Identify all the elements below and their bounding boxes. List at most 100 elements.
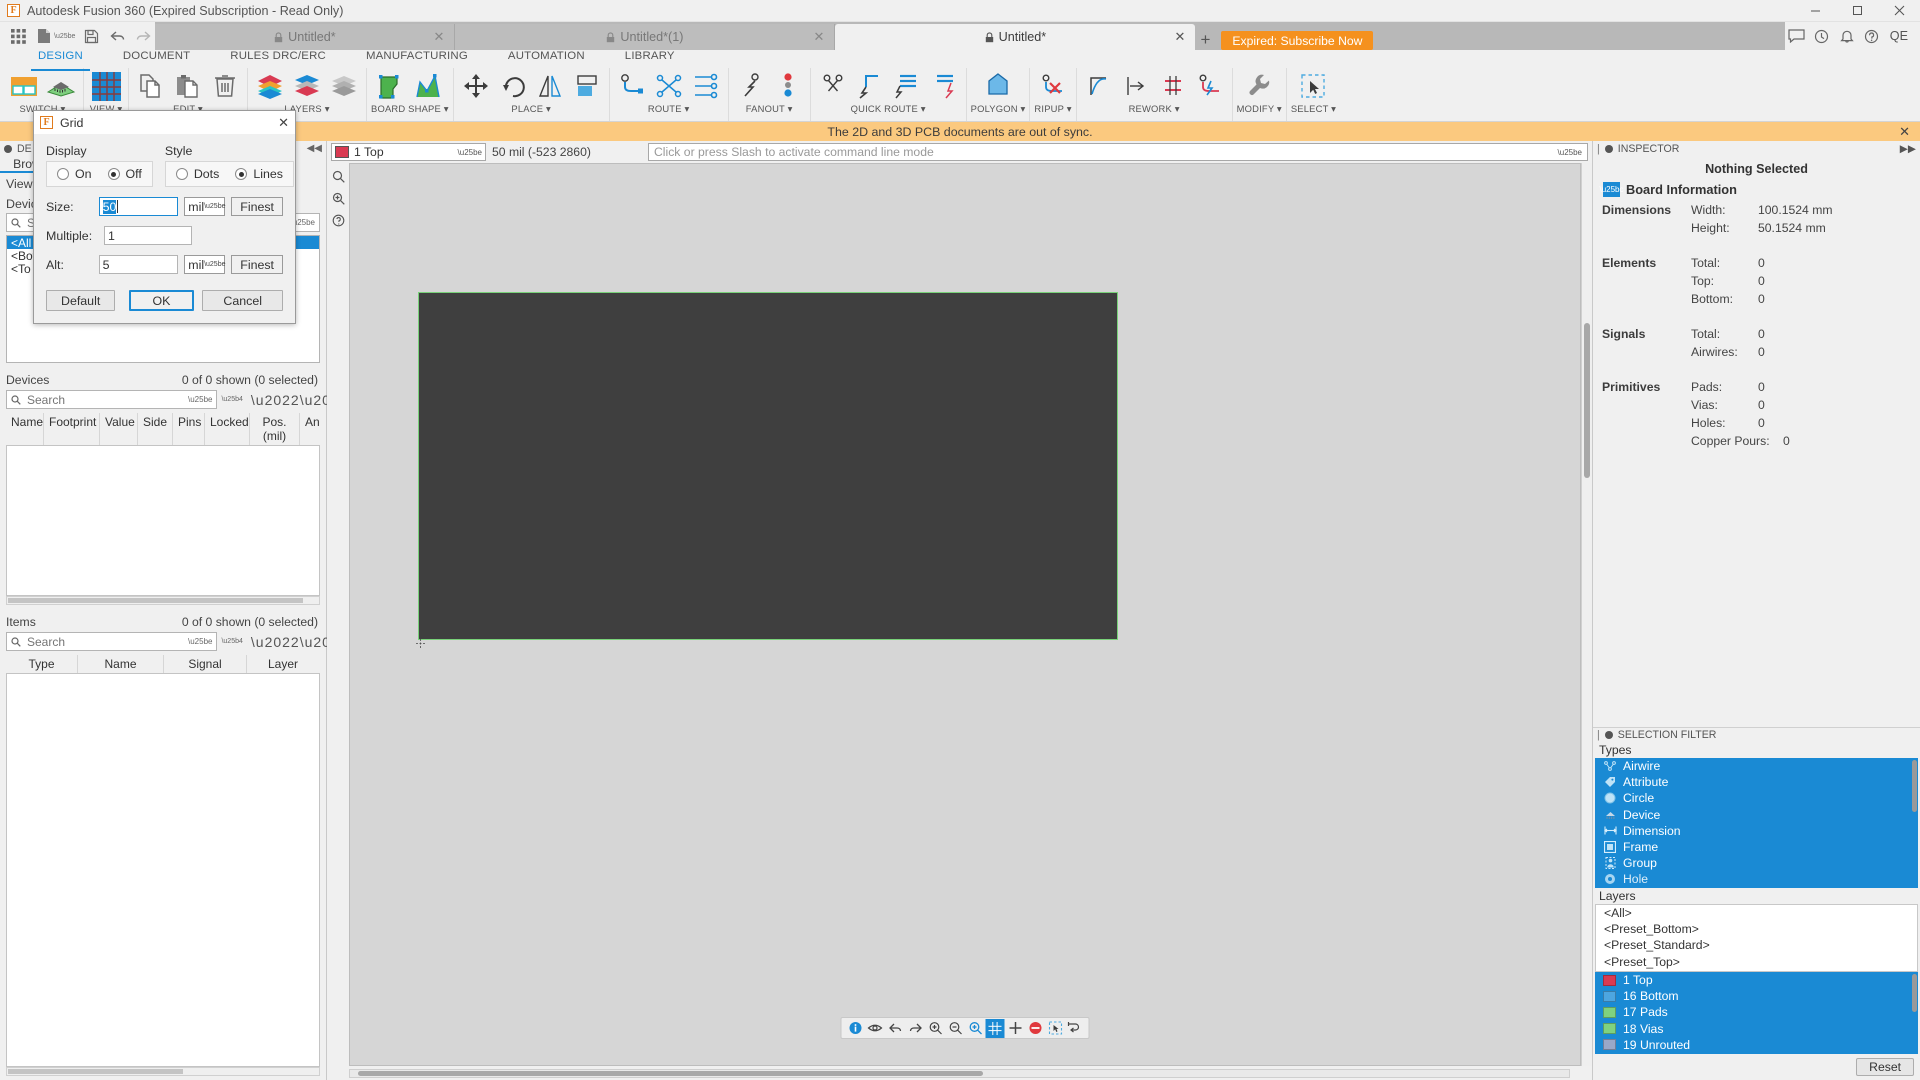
ribbon-group-rework-label[interactable]: REWORK ▾ [1129,104,1180,114]
chevron-down-icon[interactable]: \u25be [204,203,225,210]
zoom-fit-icon[interactable] [329,167,347,185]
col-value[interactable]: Value [100,413,138,445]
ratsnest-icon[interactable] [651,69,687,103]
layer-item-19-unrouted[interactable]: 19 Unrouted [1595,1036,1918,1053]
quick-route-multi-icon[interactable] [926,69,962,103]
alt-finest-button[interactable]: Finest [231,255,283,274]
chevron-down-icon[interactable]: \u25be [458,148,482,157]
layers-filter-list[interactable]: 1 Top 16 Bottom 17 Pads 18 Vias 19 Unrou… [1595,972,1918,1054]
items-table-hscrollbar[interactable] [6,1067,320,1076]
ribbon-tab-manufacturing[interactable]: MANUFACTURING [346,50,488,68]
devices-search-field[interactable] [25,391,184,408]
wrench-icon[interactable] [1241,69,1277,103]
items-table-body[interactable] [6,674,320,1067]
chevron-down-icon[interactable]: \u25be [188,637,212,646]
comment-icon[interactable] [1785,24,1809,48]
board-edge-icon[interactable] [410,69,446,103]
layer-item-18-vias[interactable]: 18 Vias [1595,1020,1918,1037]
items-sort-icon[interactable]: \u25b4 [221,638,242,645]
quick-route-diagonal-icon[interactable] [852,69,888,103]
help-icon[interactable] [1860,24,1884,48]
collapse-dot-icon[interactable] [1604,144,1613,153]
ribbon-group-fanout-label[interactable]: FANOUT ▾ [746,104,793,114]
layer-item-17-pads[interactable]: 17 Pads [1595,1004,1918,1021]
zoom-fit-icon[interactable] [966,1019,985,1038]
subscribe-button[interactable]: Expired: Subscribe Now [1221,31,1374,50]
redo-icon[interactable] [131,24,155,48]
document-tab-2-close-icon[interactable]: ✕ [814,29,825,45]
layer-item-1-top[interactable]: 1 Top [1595,972,1918,989]
fanout-signal-icon[interactable] [733,69,769,103]
size-finest-button[interactable]: Finest [231,197,283,216]
selection-types-list[interactable]: Airwire Attribute Circle Device Dimensio… [1595,758,1918,888]
ok-button[interactable]: OK [128,290,195,311]
radio-icon[interactable] [175,168,188,180]
new-document-icon[interactable] [32,24,56,48]
type-item-circle[interactable]: Circle [1595,790,1918,806]
polygon-icon[interactable] [980,69,1016,103]
pcb-canvas[interactable] [349,163,1581,1066]
info-icon[interactable] [846,1019,865,1038]
maximize-button[interactable] [1836,0,1878,22]
ribbon-tab-document[interactable]: DOCUMENT [103,50,210,68]
chevron-down-icon[interactable]: \u25be [204,261,225,268]
reset-button[interactable]: Reset [1856,1058,1914,1076]
col-layer[interactable]: Layer [247,655,319,673]
grid-settings-icon[interactable] [88,69,124,103]
type-item-attribute[interactable]: Attribute [1595,774,1918,790]
chevron-down-icon[interactable]: \u25bc [1599,182,1624,197]
canvas-vertical-scrollbar[interactable] [1581,163,1592,1066]
copy-icon[interactable] [133,69,169,103]
command-line-input[interactable]: Click or press Slash to activate command… [648,143,1588,161]
select-box-icon[interactable] [1046,1019,1065,1038]
rotate-icon[interactable] [495,69,531,103]
type-item-group[interactable]: Group [1595,855,1918,871]
devices-table-body[interactable] [6,446,320,596]
grid-dialog-close-icon[interactable]: ✕ [278,115,289,131]
switch-to-3d-pcb-icon[interactable] [43,69,79,103]
layer-settings-icon[interactable] [252,69,288,103]
collapse-dot-icon[interactable] [1604,731,1613,739]
items-search-field[interactable] [25,633,184,650]
cancel-button[interactable]: Cancel [202,290,283,311]
document-tab-1-close-icon[interactable]: ✕ [434,29,445,45]
quick-route-bus-icon[interactable] [889,69,925,103]
layer-preset-all[interactable]: <All> [1596,905,1917,921]
col-angle[interactable]: An [300,413,320,445]
default-button[interactable]: Default [46,290,116,311]
paste-icon[interactable] [170,69,206,103]
layer-item-16-bottom[interactable]: 16 Bottom [1595,988,1918,1005]
board-outline-icon[interactable] [373,69,409,103]
layer-preset-bottom[interactable]: <Preset_Bottom> [1596,921,1917,937]
route-trace-icon[interactable] [614,69,650,103]
canvas-horizontal-scrollbar[interactable] [349,1068,1570,1078]
undo-view-icon[interactable] [886,1019,905,1038]
rework-route-icon[interactable] [1192,69,1228,103]
collapse-dot-icon[interactable] [4,144,12,153]
devices-table-hscrollbar[interactable] [6,596,320,605]
net-length-icon[interactable] [1118,69,1154,103]
type-item-frame[interactable]: Frame [1595,839,1918,855]
ribbon-group-modify-label[interactable]: MODIFY ▾ [1237,104,1282,114]
col-name[interactable]: Name [78,655,164,673]
ribbon-group-place-label[interactable]: PLACE ▾ [511,104,550,114]
differential-pair-icon[interactable] [1155,69,1191,103]
layers-scrollbar-thumb[interactable] [1912,974,1917,1012]
new-tab-button[interactable]: + [1195,30,1215,50]
ribbon-group-route-label[interactable]: ROUTE ▾ [648,104,690,114]
select-area-icon[interactable] [1295,69,1331,103]
zoom-in-icon[interactable] [926,1019,945,1038]
chevron-down-icon[interactable]: \u25be [1558,148,1582,157]
job-status-icon[interactable] [1810,24,1834,48]
zoom-in-icon[interactable] [329,189,347,207]
devices-search-input[interactable]: \u25be [6,390,218,409]
ribbon-group-board-shape-label[interactable]: BOARD SHAPE ▾ [371,104,449,114]
type-item-dimension[interactable]: Dimension [1595,823,1918,839]
ribbon-group-select-label[interactable]: SELECT ▾ [1291,104,1336,114]
switch-to-schematic-icon[interactable] [6,69,42,103]
document-tab-2[interactable]: Untitled*(1) ✕ [455,24,836,50]
board-information-header[interactable]: \u25bc Board Information [1593,180,1920,201]
alt-input[interactable]: 5 [98,255,179,274]
type-item-airwire[interactable]: Airwire [1595,758,1918,774]
type-item-hole[interactable]: Hole [1595,871,1918,887]
